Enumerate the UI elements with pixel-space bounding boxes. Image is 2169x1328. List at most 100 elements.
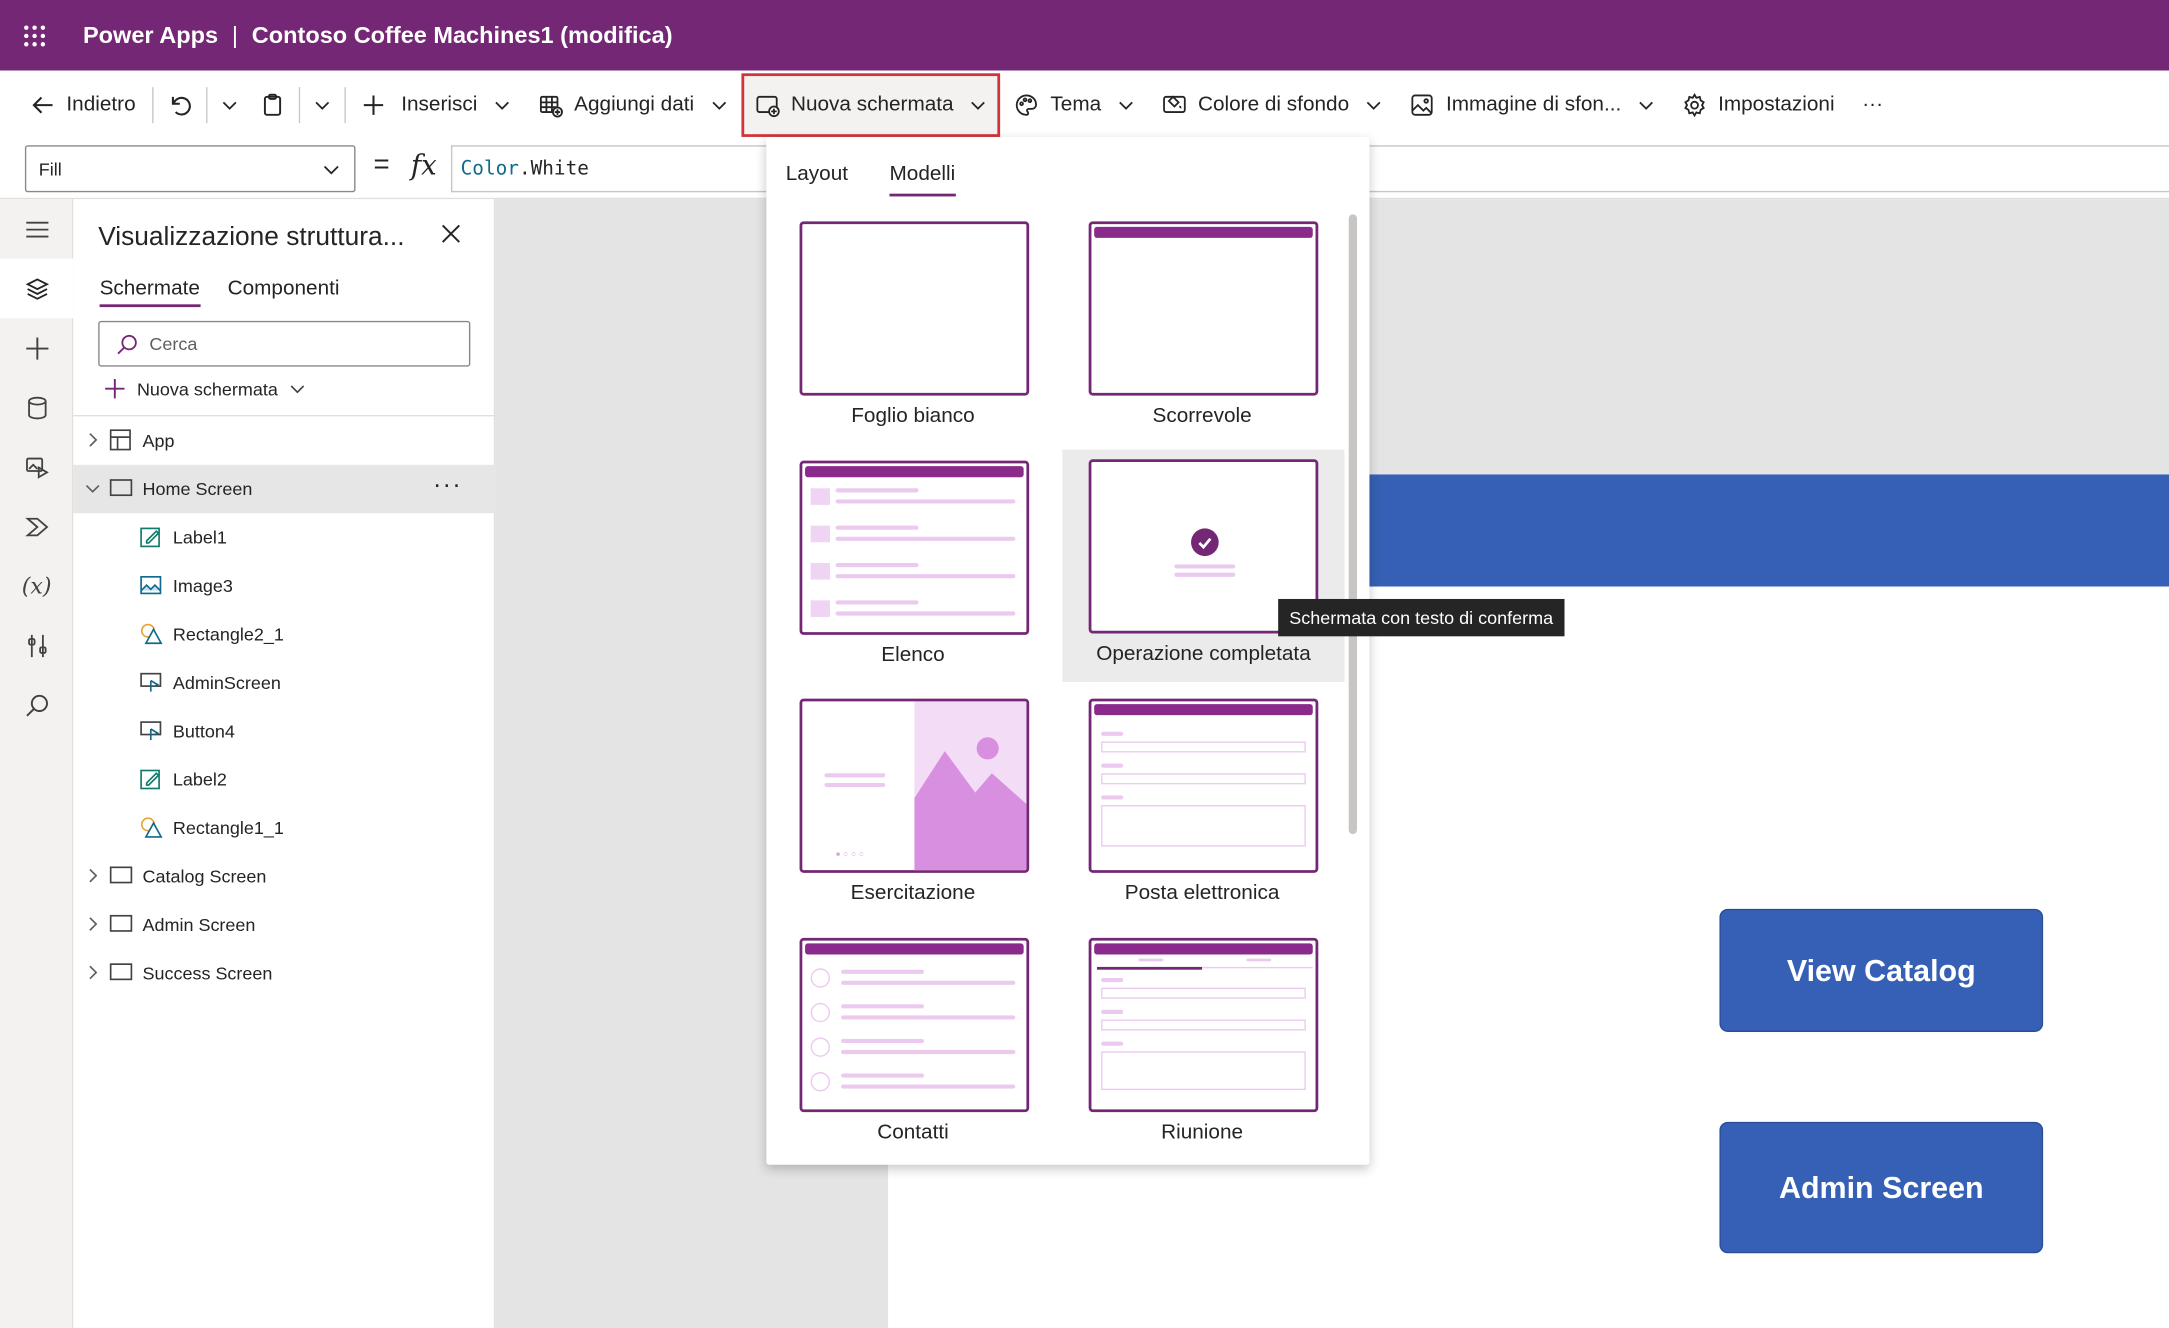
template-thumbnail [799, 460, 1030, 635]
chevron-down-icon [971, 101, 986, 110]
tree-item-adminscreen[interactable]: AdminScreen [73, 658, 495, 706]
undo-dropdown[interactable] [210, 77, 249, 132]
new-screen-menu: Layout Modelli Foglio bianco Scorrevole … [766, 136, 1370, 1165]
screen-icon [109, 866, 133, 884]
background-image-button[interactable]: Immagine di sfon... [1396, 77, 1668, 132]
insert-plus-icon[interactable] [0, 318, 73, 377]
new-screen-link[interactable]: Nuova schermata [104, 378, 306, 400]
tab-components[interactable]: Componenti [228, 277, 340, 307]
shape-icon [140, 817, 163, 838]
variables-icon[interactable]: (𝑥) [0, 556, 73, 615]
chevron-down-icon[interactable] [84, 480, 101, 497]
template-thumbnail [1088, 221, 1319, 396]
tree-item-button4[interactable]: Button4 [73, 707, 495, 755]
close-icon[interactable] [441, 224, 460, 250]
tree-item-catalog-screen[interactable]: Catalog Screen [73, 852, 495, 900]
tab-screens[interactable]: Schermate [99, 277, 200, 308]
fx-icon: fx [410, 148, 437, 182]
chevron-down-icon [495, 101, 510, 110]
template-tutorial[interactable]: ●○○○ Esercitazione [786, 689, 1041, 921]
app-launcher-icon[interactable] [0, 0, 69, 71]
tree-list: App Home Screen ··· Label1 Image3 Rectan… [73, 416, 496, 997]
panel-tabs: Schermate Componenti [99, 277, 340, 308]
arrow-left-icon [32, 96, 53, 113]
tree-item-label1[interactable]: Label1 [73, 513, 495, 561]
tree-item-rectangle2-1[interactable]: Rectangle2_1 [73, 610, 495, 658]
data-icon[interactable] [0, 378, 73, 437]
left-rail: (𝑥) [0, 199, 74, 1328]
brand-name[interactable]: Power Apps [83, 21, 218, 49]
template-tooltip: Schermata con testo di conferma [1278, 598, 1565, 637]
back-button[interactable]: Indietro [17, 77, 150, 132]
image-icon [1411, 93, 1434, 116]
template-list[interactable]: Elenco [786, 451, 1041, 683]
hamburger-menu-icon[interactable] [0, 199, 73, 258]
paste-button[interactable] [249, 77, 296, 132]
tree-item-rectangle1-1[interactable]: Rectangle1_1 [73, 804, 495, 852]
chevron-right-icon[interactable] [84, 867, 101, 884]
chevron-right-icon[interactable] [84, 432, 101, 449]
chevron-down-icon [1639, 101, 1654, 110]
database-table-icon [540, 95, 564, 117]
more-commands-button[interactable]: ··· [1848, 77, 1896, 132]
power-apps-studio: Power Apps | Contoso Coffee Machines1 (m… [0, 0, 2169, 1328]
tree-item-image3[interactable]: Image3 [73, 562, 495, 610]
fill-color-icon [1163, 94, 1186, 113]
tab-layout[interactable]: Layout [786, 162, 848, 197]
tree-item-app[interactable]: App [73, 416, 495, 464]
undo-button[interactable] [156, 77, 203, 132]
theme-button[interactable]: Tema [1001, 77, 1149, 132]
screen-icon [109, 479, 133, 497]
template-email[interactable]: Posta elettronica [1075, 689, 1330, 921]
add-data-button[interactable]: Aggiungi dati [524, 77, 741, 132]
button-icon [140, 721, 162, 741]
checkmark-icon [1191, 528, 1219, 557]
chevron-down-icon [315, 101, 330, 110]
template-thumbnail: ●○○○ [799, 698, 1030, 873]
chevron-down-icon [222, 101, 237, 110]
template-thumbnail [1088, 937, 1319, 1113]
search-icon[interactable] [0, 675, 73, 734]
image-icon [140, 576, 162, 595]
tree-item-home-screen[interactable]: Home Screen ··· [73, 464, 496, 514]
power-automate-icon[interactable] [0, 497, 73, 556]
template-blank[interactable]: Foglio bianco [786, 212, 1041, 444]
title-bar: Power Apps | Contoso Coffee Machines1 (m… [0, 0, 2169, 71]
template-success[interactable]: Operazione completata [1062, 449, 1345, 682]
plus-icon [363, 94, 384, 115]
tree-view-icon[interactable] [0, 258, 74, 319]
panel-title: Visualizzazione struttura... [98, 222, 405, 252]
view-catalog-button[interactable]: View Catalog [1719, 908, 2044, 1032]
property-selector[interactable]: Fill [24, 145, 356, 193]
button-icon [140, 672, 162, 692]
menu-scrollbar[interactable] [1348, 214, 1358, 835]
tree-view-panel: Visualizzazione struttura... Schermate C… [73, 199, 496, 1328]
template-meeting[interactable]: Riunione [1075, 928, 1330, 1160]
chevron-down-icon [290, 385, 305, 394]
search-input[interactable]: Cerca [98, 320, 471, 367]
tree-item-success-screen[interactable]: Success Screen [73, 949, 495, 997]
screen-icon [109, 914, 133, 932]
background-color-button[interactable]: Colore di sfondo [1148, 77, 1396, 132]
clipboard-icon [263, 93, 282, 116]
chevron-down-icon [1119, 101, 1133, 110]
chevron-right-icon[interactable] [84, 964, 101, 981]
equals-sign: = [373, 149, 390, 180]
chevron-down-icon [712, 101, 726, 110]
tree-item-label2[interactable]: Label2 [73, 755, 495, 803]
new-screen-button[interactable]: Nuova schermata [741, 72, 1001, 137]
settings-button[interactable]: Impostazioni [1668, 77, 1848, 132]
tab-templates[interactable]: Modelli [889, 162, 956, 197]
paste-dropdown[interactable] [303, 77, 342, 132]
template-scrollable[interactable]: Scorrevole [1075, 212, 1330, 444]
chevron-right-icon[interactable] [84, 916, 101, 933]
template-people[interactable]: Contatti [786, 928, 1041, 1160]
insert-button[interactable]: Inserisci [349, 77, 525, 132]
admin-screen-button[interactable]: Admin Screen [1719, 1121, 2044, 1254]
title-separator: | [231, 21, 238, 48]
more-options-button[interactable]: ··· [433, 470, 462, 499]
media-icon[interactable] [0, 437, 73, 496]
advanced-tools-icon[interactable] [0, 616, 73, 675]
tree-item-admin-screen[interactable]: Admin Screen [73, 901, 495, 949]
label-icon [140, 527, 160, 548]
